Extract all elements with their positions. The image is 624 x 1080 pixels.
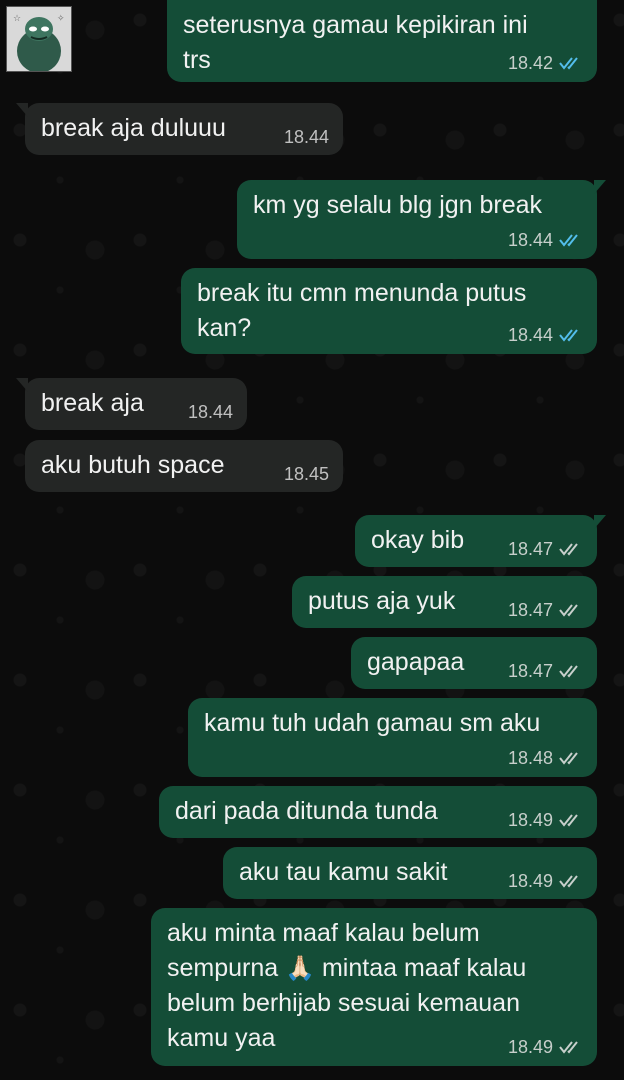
delivered-ticks-icon bbox=[559, 543, 578, 556]
message-meta: 18.47 bbox=[508, 538, 583, 560]
outgoing-message[interactable]: okay bib 18.47 bbox=[355, 515, 606, 567]
message-meta: 18.49 bbox=[508, 870, 583, 892]
message-text: kamu tuh udah gamau sm aku bbox=[204, 709, 541, 737]
delivered-ticks-icon bbox=[559, 752, 578, 765]
folded-hands-emoji-icon: 🙏🏻 bbox=[285, 955, 316, 982]
message-text: putus aja yuk bbox=[308, 587, 456, 615]
outgoing-message[interactable]: kamu tuh udah gamau sm aku 18.48 bbox=[188, 698, 597, 777]
message-text: seterusnya gamau kepikiran ini trs bbox=[183, 11, 528, 74]
delivered-ticks-icon bbox=[559, 665, 578, 678]
chat-area[interactable]: ☆ ✧ seterusnya gamau kepikiran ini trs 1… bbox=[0, 0, 624, 1080]
bubble-tail bbox=[594, 180, 606, 194]
outgoing-message[interactable]: aku minta maaf kalau belum sempurna 🙏🏻 m… bbox=[151, 908, 597, 1066]
message-time: 18.48 bbox=[507, 748, 553, 768]
message-text: gapapaa bbox=[367, 648, 465, 676]
message-time: 18.44 bbox=[507, 230, 553, 250]
outgoing-message[interactable]: dari pada ditunda tunda 18.49 bbox=[159, 786, 597, 838]
message-time: 18.47 bbox=[507, 539, 553, 559]
outgoing-message[interactable]: aku tau kamu sakit 18.49 bbox=[223, 847, 597, 899]
message-time: 18.44 bbox=[283, 127, 329, 147]
message-meta: 18.49 bbox=[508, 809, 583, 831]
delivered-ticks-icon bbox=[559, 875, 578, 888]
incoming-message[interactable]: break aja 18.44 bbox=[16, 378, 247, 430]
message-text: break itu cmn menunda putus kan? bbox=[197, 279, 527, 342]
sticker-character-icon: ☆ ✧ bbox=[7, 7, 71, 71]
delivered-ticks-icon bbox=[559, 814, 578, 827]
outgoing-message[interactable]: break itu cmn menunda putus kan? 18.44 bbox=[181, 268, 597, 354]
message-time: 18.45 bbox=[283, 464, 329, 484]
svg-text:✧: ✧ bbox=[57, 13, 65, 23]
incoming-message[interactable]: aku butuh space 18.45 bbox=[25, 440, 343, 492]
message-time: 18.49 bbox=[507, 810, 553, 830]
message-time: 18.47 bbox=[507, 661, 553, 681]
bubble-tail bbox=[594, 515, 606, 529]
message-meta: 18.47 bbox=[508, 660, 583, 682]
outgoing-message[interactable]: gapapaa 18.47 bbox=[351, 637, 597, 689]
bubble-tail bbox=[16, 103, 28, 117]
message-text: aku tau kamu sakit bbox=[239, 858, 448, 886]
svg-text:☆: ☆ bbox=[13, 13, 21, 23]
delivered-ticks-icon bbox=[559, 604, 578, 617]
message-meta: 18.44 bbox=[508, 229, 583, 251]
message-meta: 18.44 bbox=[508, 324, 583, 346]
read-ticks-icon bbox=[559, 329, 578, 342]
message-text: okay bib bbox=[371, 526, 465, 554]
sticker-thumbnail[interactable]: ☆ ✧ bbox=[6, 6, 72, 72]
message-text: aku butuh space bbox=[41, 451, 225, 479]
message-meta: 18.44 bbox=[188, 401, 233, 423]
read-ticks-icon bbox=[559, 234, 578, 247]
message-meta: 18.48 bbox=[508, 747, 583, 769]
message-text: aku minta maaf kalau belum sempurna 🙏🏻 m… bbox=[167, 919, 526, 1052]
message-meta: 18.47 bbox=[508, 599, 583, 621]
message-time: 18.49 bbox=[507, 871, 553, 891]
bubble-tail bbox=[16, 378, 28, 392]
read-ticks-icon bbox=[559, 57, 578, 70]
message-text: break aja bbox=[41, 389, 144, 417]
message-text: km yg selalu blg jgn break bbox=[253, 191, 543, 219]
message-text: dari pada ditunda tunda bbox=[175, 797, 438, 825]
incoming-message[interactable]: break aja duluuu 18.44 bbox=[16, 103, 343, 155]
message-meta: 18.45 bbox=[284, 463, 329, 485]
outgoing-message[interactable]: seterusnya gamau kepikiran ini trs 18.42 bbox=[167, 0, 597, 82]
outgoing-message[interactable]: putus aja yuk 18.47 bbox=[292, 576, 597, 628]
message-time: 18.47 bbox=[507, 600, 553, 620]
message-meta: 18.49 bbox=[508, 1036, 583, 1058]
message-text: break aja duluuu bbox=[41, 114, 226, 142]
message-meta: 18.42 bbox=[508, 52, 583, 74]
delivered-ticks-icon bbox=[559, 1041, 578, 1054]
message-time: 18.44 bbox=[187, 402, 233, 422]
message-meta: 18.44 bbox=[284, 126, 329, 148]
outgoing-message[interactable]: km yg selalu blg jgn break 18.44 bbox=[237, 180, 606, 259]
message-time: 18.49 bbox=[507, 1037, 553, 1057]
message-time: 18.42 bbox=[507, 53, 553, 73]
message-time: 18.44 bbox=[507, 325, 553, 345]
